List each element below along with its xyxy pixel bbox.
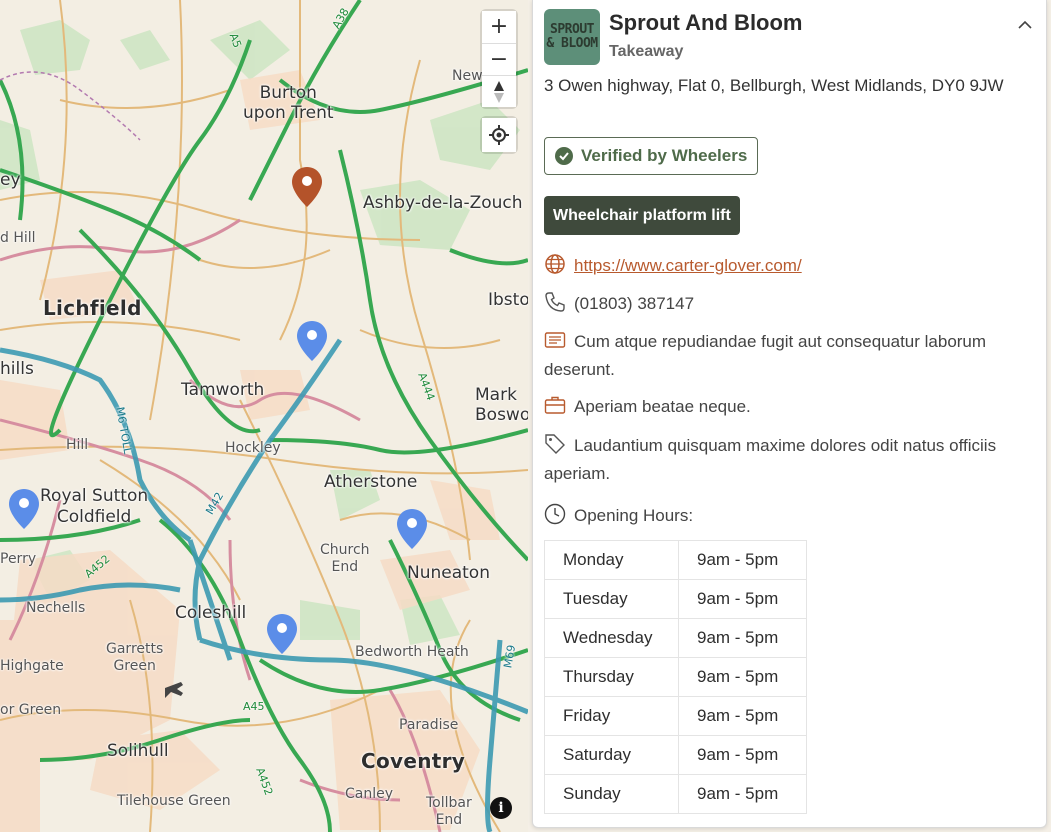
hours-time: 9am - 5pm	[678, 735, 807, 775]
place-label: Tilehouse Green	[117, 793, 231, 809]
verified-label: Verified by Wheelers	[581, 146, 748, 165]
place-label: Paradise	[399, 717, 459, 733]
check-circle-icon	[555, 147, 573, 165]
map-view[interactable]: Burton upon Trent Ashby-de-la-Zouch Lich…	[0, 0, 528, 832]
hours-day: Tuesday	[544, 579, 679, 619]
accessibility-feature-tag: Wheelchair platform lift	[544, 196, 740, 235]
place-label: or Green	[0, 702, 62, 718]
hours-time: 9am - 5pm	[678, 774, 807, 814]
compass-button[interactable]	[482, 75, 516, 107]
compass-icon	[494, 81, 504, 103]
place-label: Church End	[320, 542, 370, 575]
place-label: Lichfield	[43, 296, 142, 320]
hours-row: Sunday 9am - 5pm	[544, 774, 807, 814]
place-label: Bedworth Heath	[355, 644, 469, 660]
clock-icon	[544, 503, 566, 525]
place-label: New	[452, 68, 483, 84]
description-text: Cum atque repudiandae fugit aut consequa…	[544, 332, 987, 379]
phone-icon	[545, 292, 565, 312]
business-text: Aperiam beatae neque.	[574, 397, 751, 416]
crosshair-icon	[489, 125, 509, 145]
hours-time: 9am - 5pm	[678, 579, 807, 619]
collapse-chevron-up-icon[interactable]	[1014, 14, 1036, 36]
tags-row: Laudantium quisquam maxime dolores odit …	[544, 432, 1024, 488]
hours-day: Wednesday	[544, 618, 679, 658]
hours-row: Thursday 9am - 5pm	[544, 657, 807, 697]
place-details-panel: SPROUT & BLOOM Sprout And Bloom Takeaway…	[532, 0, 1047, 828]
description-row: Cum atque repudiandae fugit aut consequa…	[544, 328, 1024, 384]
geolocate-button[interactable]	[482, 118, 516, 152]
hours-row: Saturday 9am - 5pm	[544, 735, 807, 775]
opening-hours-table: Monday 9am - 5pm Tuesday 9am - 5pm Wednesday…	[544, 540, 807, 814]
place-label: Perry	[0, 551, 37, 567]
place-label: Atherstone	[324, 472, 418, 492]
place-label: Ashby-de-la-Zouch	[363, 193, 523, 213]
road-label: A45	[243, 700, 265, 713]
hours-time: 9am - 5pm	[678, 618, 807, 658]
phone-number[interactable]: (01803) 387147	[574, 294, 694, 313]
zoom-out-button[interactable]: −	[482, 43, 516, 75]
place-label: Nuneaton	[407, 563, 490, 583]
geolocate-control	[482, 118, 516, 152]
place-label: Mark Boswo	[475, 385, 528, 425]
hours-row: Friday 9am - 5pm	[544, 696, 807, 736]
place-label: Burton upon Trent	[243, 83, 334, 123]
zoom-in-button[interactable]: +	[482, 11, 516, 43]
place-label: Hill	[66, 437, 89, 453]
place-label: Ibsto	[488, 290, 528, 310]
selected-location-pin[interactable]	[290, 165, 324, 209]
location-pin[interactable]	[265, 612, 299, 656]
tag-icon	[545, 434, 565, 454]
hours-time: 9am - 5pm	[678, 540, 807, 580]
hours-row: Tuesday 9am - 5pm	[544, 579, 807, 619]
place-label: Tamworth	[181, 380, 265, 400]
phone-row: (01803) 387147	[544, 290, 1024, 318]
place-label: ey	[0, 170, 21, 190]
briefcase-icon	[544, 396, 566, 414]
place-label: Tollbar End	[426, 795, 472, 828]
hours-day: Monday	[544, 540, 679, 580]
place-label: hills	[0, 359, 34, 379]
place-address: 3 Owen highway, Flat 0, Bellburgh, West …	[544, 76, 1004, 95]
hours-row: Monday 9am - 5pm	[544, 540, 807, 580]
tags-text: Laudantium quisquam maxime dolores odit …	[544, 436, 997, 483]
zoom-controls: + −	[482, 11, 516, 107]
hours-day: Thursday	[544, 657, 679, 697]
place-name: Sprout And Bloom	[609, 10, 803, 35]
place-label: Royal Sutton Coldfield	[40, 486, 149, 527]
place-label: Hockley	[225, 440, 281, 456]
place-label: Nechells	[26, 600, 86, 616]
hours-day: Sunday	[544, 774, 679, 814]
hours-day: Saturday	[544, 735, 679, 775]
business-row: Aperiam beatae neque.	[544, 393, 1024, 421]
opening-hours-heading: Opening Hours:	[544, 502, 1024, 530]
description-icon	[544, 332, 566, 348]
hours-row: Wednesday 9am - 5pm	[544, 618, 807, 658]
location-pin[interactable]	[295, 319, 329, 363]
website-row: https://www.carter-glover.com/	[544, 252, 1024, 280]
location-pin[interactable]	[395, 507, 429, 551]
hours-day: Friday	[544, 696, 679, 736]
verified-badge: Verified by Wheelers	[544, 137, 759, 175]
place-label: Coleshill	[175, 603, 247, 623]
opening-hours-label: Opening Hours:	[574, 506, 694, 525]
place-label: Coventry	[361, 749, 466, 773]
hours-time: 9am - 5pm	[678, 696, 807, 736]
business-logo: SPROUT & BLOOM	[544, 9, 600, 65]
hours-time: 9am - 5pm	[678, 657, 807, 697]
place-label: Solihull	[107, 741, 169, 761]
globe-icon	[545, 254, 565, 274]
place-label: Canley	[345, 786, 394, 802]
location-pin[interactable]	[7, 487, 41, 531]
place-category: Takeaway	[609, 43, 684, 60]
attribution-info-button[interactable]: i	[490, 797, 512, 819]
place-label: Garretts Green	[106, 641, 164, 674]
website-link[interactable]: https://www.carter-glover.com/	[574, 256, 802, 275]
place-label: d Hill	[0, 230, 36, 246]
place-label: Highgate	[0, 658, 64, 674]
